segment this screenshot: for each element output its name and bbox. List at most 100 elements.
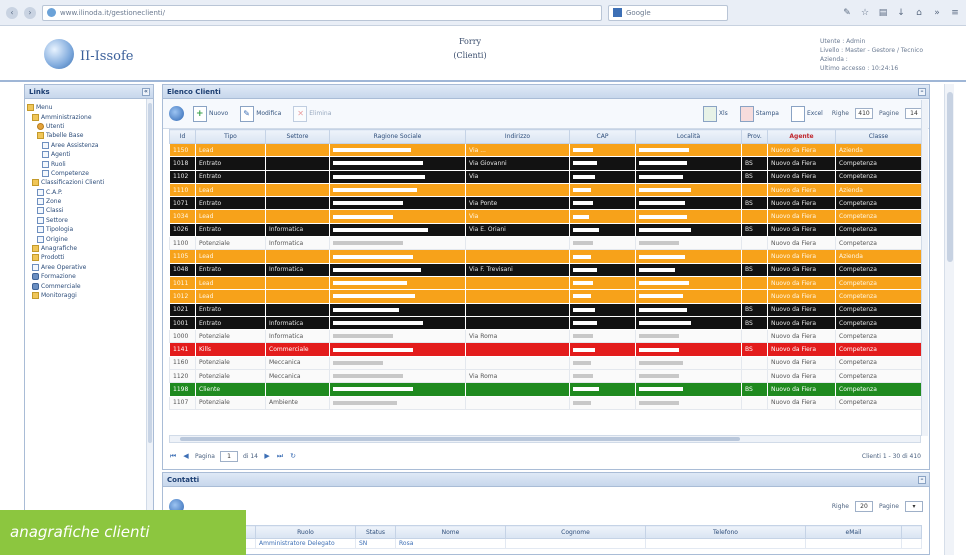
page-scroll-thumb[interactable] bbox=[947, 92, 953, 262]
delete-client-button[interactable]: Elimina bbox=[290, 105, 334, 123]
table-row[interactable]: 1105 Lead Nuovo da Fiera Azienda bbox=[169, 249, 922, 264]
sidebar-item[interactable]: Aree Assistenza bbox=[27, 141, 151, 150]
table-row[interactable]: 1034 Lead Via Nuovo da Fiera Competenza bbox=[169, 209, 922, 224]
prev-page-icon[interactable]: ◀ bbox=[182, 452, 190, 460]
sidebar-item[interactable]: Anagrafiche bbox=[27, 244, 151, 253]
edit-client-button[interactable]: Modifica bbox=[237, 105, 284, 123]
sidebar-item-label: Amministrazione bbox=[41, 113, 92, 121]
column-header[interactable]: Prov. bbox=[741, 129, 768, 144]
sidebar-item[interactable]: Formazione bbox=[27, 272, 151, 281]
table-row[interactable]: 1107 Potenziale Ambiente Nuovo da Fiera Comp… bbox=[169, 395, 922, 410]
last-page-icon[interactable]: ⏭ bbox=[276, 452, 284, 460]
sidebar-item[interactable]: Commerciale bbox=[27, 281, 151, 290]
table-row[interactable]: 1071 Entrato Via Ponte BS Nuovo da Fiera Comp… bbox=[169, 196, 922, 211]
contacts-column-header[interactable]: eMail bbox=[805, 525, 902, 539]
menu-icon[interactable]: ≡ bbox=[950, 8, 960, 18]
refresh-icon[interactable]: ↻ bbox=[289, 452, 297, 460]
column-header[interactable]: Classe bbox=[835, 129, 922, 144]
column-header[interactable]: Località bbox=[635, 129, 742, 144]
collapse-sidebar-button[interactable]: « bbox=[142, 88, 150, 96]
table-row[interactable]: 1021 Entrato BS Nuovo da Fiera Competenza bbox=[169, 302, 922, 317]
page-scrollbar[interactable] bbox=[944, 84, 954, 555]
grid-vertical-scrollbar[interactable] bbox=[921, 100, 928, 436]
star-icon[interactable]: ☆ bbox=[860, 8, 870, 18]
collapse-clients-button[interactable]: – bbox=[918, 88, 926, 96]
sidebar-item[interactable]: Settore bbox=[27, 216, 151, 225]
sidebar-item[interactable]: Aree Operative bbox=[27, 263, 151, 272]
sidebar-item[interactable]: Amministrazione bbox=[27, 112, 151, 121]
sidebar-scrollbar[interactable] bbox=[146, 99, 153, 554]
download-icon[interactable]: ↓ bbox=[896, 8, 906, 18]
column-header[interactable]: Indirizzo bbox=[465, 129, 570, 144]
table-row[interactable]: 1100 Potenziale Informatica Nuovo da Fiera C… bbox=[169, 236, 922, 251]
add-client-button[interactable]: Nuovo bbox=[190, 105, 231, 123]
contacts-pagine-input[interactable]: ▾ bbox=[905, 500, 923, 512]
page-input[interactable]: 1 bbox=[219, 450, 238, 462]
collapse-contacts-button[interactable]: – bbox=[918, 476, 926, 484]
sidebar-item[interactable]: Origine bbox=[27, 234, 151, 243]
more-icon[interactable]: » bbox=[932, 8, 942, 18]
sidebar-item[interactable]: Menu bbox=[27, 103, 151, 112]
back-icon[interactable]: ‹ bbox=[6, 6, 18, 19]
address-bar[interactable]: www.ilinoda.it/gestioneclienti/ bbox=[42, 4, 602, 21]
contacts-column-header[interactable]: Cognome bbox=[505, 525, 646, 539]
column-header[interactable]: Ragione Sociale bbox=[329, 129, 466, 144]
sidebar-item[interactable]: Zone bbox=[27, 197, 151, 206]
forward-icon[interactable]: › bbox=[24, 6, 36, 19]
browser-search-input[interactable]: Google bbox=[608, 4, 728, 21]
sidebar-item[interactable]: Agenti bbox=[27, 150, 151, 159]
sidebar-item[interactable]: Prodotti bbox=[27, 253, 151, 262]
column-header[interactable]: Tipo bbox=[195, 129, 266, 144]
column-header[interactable]: Id bbox=[169, 129, 196, 144]
redacted-text-bar bbox=[573, 281, 593, 286]
refresh-round-icon[interactable] bbox=[169, 106, 184, 121]
table-row[interactable]: 1012 Lead Nuovo da Fiera Competenza bbox=[169, 289, 922, 304]
table-row[interactable]: 1160 Potenziale Meccanica Nuovo da Fiera Com… bbox=[169, 355, 922, 371]
home-icon[interactable]: ⌂ bbox=[914, 8, 924, 18]
contacts-righe-input[interactable]: 20 bbox=[855, 500, 873, 512]
sidebar-item[interactable]: Classi bbox=[27, 206, 151, 215]
bookmarks-icon[interactable]: ▤ bbox=[878, 8, 888, 18]
table-cell: Competenza bbox=[835, 236, 922, 251]
sidebar-item[interactable]: Competenze bbox=[27, 169, 151, 178]
table-row[interactable]: 1001 Entrato Informatica BS Nuovo da Fiera Co… bbox=[169, 315, 922, 331]
table-row[interactable]: 1120 Potenziale Meccanica Via Roma Nuovo da … bbox=[169, 369, 922, 384]
export-excel-button[interactable]: Excel bbox=[788, 105, 826, 123]
contacts-column-header[interactable]: Status bbox=[355, 525, 396, 539]
table-row[interactable]: 1110 Lead Nuovo da Fiera Azienda bbox=[169, 182, 922, 198]
pencil-icon[interactable]: ✎ bbox=[842, 8, 852, 18]
table-cell: BS bbox=[741, 196, 768, 211]
righe-input[interactable]: 410 bbox=[855, 108, 873, 119]
contacts-column-header[interactable] bbox=[901, 525, 922, 539]
table-row[interactable]: 1150 Lead Via ... Nuovo da Fiera Azienda bbox=[169, 142, 922, 158]
contacts-column-header[interactable]: Telefono bbox=[645, 525, 806, 539]
sidebar-item[interactable]: Utenti bbox=[27, 122, 151, 131]
grid-horizontal-scrollbar[interactable] bbox=[169, 435, 921, 443]
sidebar-item[interactable]: Monitoraggi bbox=[27, 291, 151, 300]
sidebar-item[interactable]: Tabelle Base bbox=[27, 131, 151, 140]
sidebar-scroll-thumb[interactable] bbox=[148, 103, 152, 443]
table-row[interactable]: 1102 Entrato Via BS Nuovo da Fiera Competenza bbox=[169, 169, 922, 184]
column-header[interactable]: Settore bbox=[265, 129, 330, 144]
grid-hscroll-thumb[interactable] bbox=[180, 437, 740, 441]
table-row[interactable]: 1018 Entrato Via Giovanni BS Nuovo da Fiera C… bbox=[169, 156, 922, 171]
table-row[interactable]: 1141 Kills Commerciale BS Nuovo da Fiera Comp… bbox=[169, 342, 922, 357]
column-header[interactable]: Agente bbox=[767, 129, 836, 144]
export-xls-button[interactable]: Xls bbox=[700, 105, 731, 123]
table-row[interactable]: 1011 Lead Nuovo da Fiera Competenza bbox=[169, 275, 922, 291]
column-header[interactable]: CAP bbox=[569, 129, 636, 144]
contacts-row[interactable]: Amministratore Delegato SN Rosa bbox=[169, 538, 922, 549]
table-row[interactable]: 1026 Entrato Informatica Via E. Oriani BS Nuo… bbox=[169, 222, 922, 238]
next-page-icon[interactable]: ▶ bbox=[263, 452, 271, 460]
sidebar-item[interactable]: C.A.P. bbox=[27, 188, 151, 197]
sidebar-item[interactable]: Tipologia bbox=[27, 225, 151, 234]
table-row[interactable]: 1048 Entrato Informatica Via F. Trevisani BS… bbox=[169, 262, 922, 277]
print-pdf-button[interactable]: Stampa bbox=[737, 105, 782, 123]
first-page-icon[interactable]: ⏮ bbox=[169, 452, 177, 460]
sidebar-item[interactable]: Ruoli bbox=[27, 159, 151, 168]
table-row[interactable]: 1198 Cliente BS Nuovo da Fiera Competenza bbox=[169, 382, 922, 397]
sidebar-item[interactable]: Classificazioni Clienti bbox=[27, 178, 151, 187]
contacts-column-header[interactable]: Nome bbox=[395, 525, 506, 539]
contacts-column-header[interactable]: Ruolo bbox=[255, 525, 356, 539]
table-row[interactable]: 1000 Potenziale Informatica Via Roma Nuovo d… bbox=[169, 329, 922, 344]
